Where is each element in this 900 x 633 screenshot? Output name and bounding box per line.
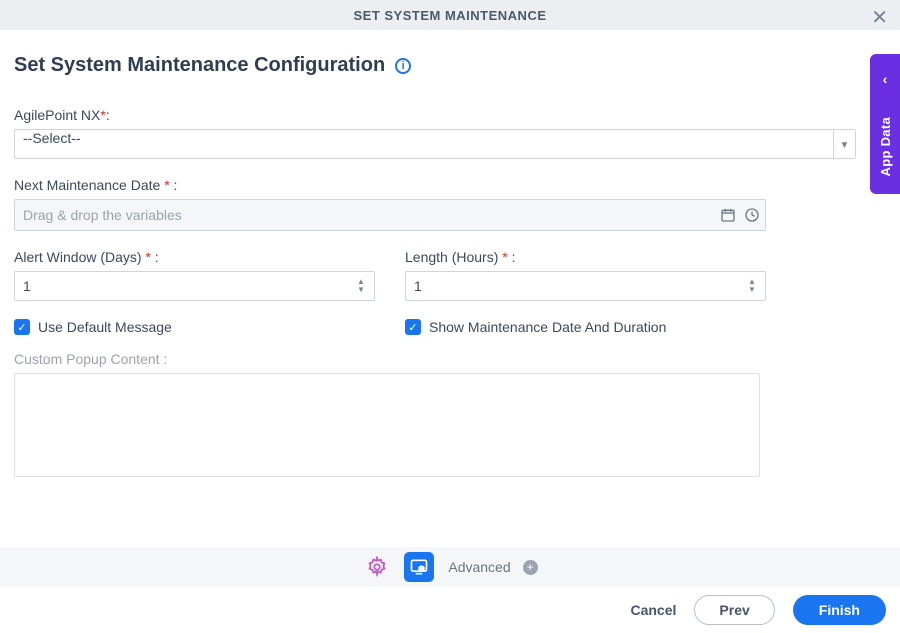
show-duration-field: ✓ Show Maintenance Date And Duration xyxy=(405,319,766,335)
next-date-input[interactable]: Drag & drop the variables xyxy=(14,199,766,231)
step-settings-icon[interactable] xyxy=(362,552,392,582)
alert-window-spinners: ▲ ▼ xyxy=(357,273,371,299)
next-date-label: Next Maintenance Date * : xyxy=(14,177,886,193)
advanced-add-button[interactable]: + xyxy=(523,560,538,575)
advanced-label: Advanced xyxy=(448,559,510,575)
agilepoint-select[interactable]: --Select-- ▼ xyxy=(14,129,856,159)
agilepoint-label: AgilePoint NX*: xyxy=(14,107,886,123)
app-data-side-tab[interactable]: ‹ App Data xyxy=(870,54,900,194)
side-tab-label: App Data xyxy=(878,117,893,176)
next-date-placeholder: Drag & drop the variables xyxy=(23,207,719,223)
chevron-down-icon: ▼ xyxy=(833,130,855,160)
finish-button[interactable]: Finish xyxy=(793,595,886,625)
content-area: Set System Maintenance Configuration i A… xyxy=(0,30,900,480)
alert-window-field: Alert Window (Days) * : ▲ ▼ xyxy=(14,249,375,301)
spinner-down-icon[interactable]: ▼ xyxy=(357,286,371,294)
length-field: Length (Hours) * : ▲ ▼ xyxy=(405,249,766,301)
length-spinners: ▲ ▼ xyxy=(748,273,762,299)
calendar-icon[interactable] xyxy=(719,206,737,224)
page-heading: Set System Maintenance Configuration i xyxy=(14,54,886,77)
use-default-field: ✓ Use Default Message xyxy=(14,319,375,335)
agilepoint-field: AgilePoint NX*: --Select-- ▼ + xyxy=(14,107,886,159)
stepper-bar: Advanced + xyxy=(0,547,900,587)
custom-popup-field: Custom Popup Content : xyxy=(14,351,886,480)
dialog-header: SET SYSTEM MAINTENANCE ✕ xyxy=(0,0,900,30)
length-label: Length (Hours) * : xyxy=(405,249,766,265)
cancel-button[interactable]: Cancel xyxy=(630,602,676,618)
close-icon[interactable]: ✕ xyxy=(871,5,888,30)
length-input[interactable] xyxy=(405,271,766,301)
alert-window-input[interactable] xyxy=(14,271,375,301)
numeric-row: Alert Window (Days) * : ▲ ▼ Length (Hour… xyxy=(14,249,766,301)
next-date-field: Next Maintenance Date * : Drag & drop th… xyxy=(14,177,886,231)
show-duration-label: Show Maintenance Date And Duration xyxy=(429,319,666,335)
prev-button[interactable]: Prev xyxy=(694,595,774,625)
use-default-label: Use Default Message xyxy=(38,319,172,335)
custom-popup-label: Custom Popup Content : xyxy=(14,351,886,367)
use-default-checkbox[interactable]: ✓ xyxy=(14,319,30,335)
step-system-icon[interactable] xyxy=(404,552,434,582)
spinner-down-icon[interactable]: ▼ xyxy=(748,286,762,294)
info-icon[interactable]: i xyxy=(395,58,411,74)
alert-window-label: Alert Window (Days) * : xyxy=(14,249,375,265)
agilepoint-select-value: --Select-- xyxy=(23,130,81,146)
checkbox-row: ✓ Use Default Message ✓ Show Maintenance… xyxy=(14,319,766,335)
page-title: Set System Maintenance Configuration xyxy=(14,54,385,77)
clock-icon[interactable] xyxy=(743,206,761,224)
footer: Cancel Prev Finish xyxy=(0,587,900,633)
show-duration-checkbox[interactable]: ✓ xyxy=(405,319,421,335)
dialog-title: SET SYSTEM MAINTENANCE xyxy=(353,8,546,23)
chevron-left-icon: ‹ xyxy=(883,71,888,87)
custom-popup-textarea[interactable] xyxy=(14,373,760,477)
